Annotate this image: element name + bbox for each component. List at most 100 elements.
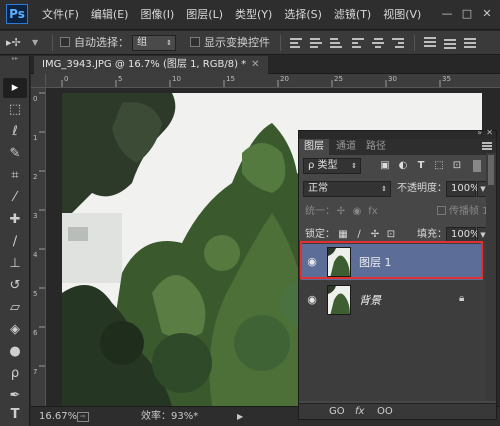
clone-stamp-tool-icon[interactable]: ⊥ [3,254,27,274]
unify-position-icon[interactable]: ✢ [335,206,347,218]
ruler-label: 35 [442,75,451,83]
close-icon[interactable]: ✕ [251,59,259,70]
marquee-tool-icon[interactable]: ⬚ [3,100,27,120]
layer-row[interactable]: ◉ 背景 🔒︎ [301,282,483,318]
panel-menu-icon[interactable] [482,142,492,152]
filter-kind-value: ρ 类型 [308,160,338,171]
blend-row: 正常 ⇕ 不透明度： 100% ▼ [299,178,496,200]
horizontal-ruler[interactable]: 0 5 10 15 20 25 30 35 [46,74,500,88]
filter-pixel-icon[interactable]: ▣ [379,160,391,172]
ruler-label: 30 [388,75,397,83]
filter-kind-dropdown[interactable]: ρ 类型 ⇕ [303,158,361,174]
opacity-input[interactable]: 100% [446,181,480,197]
divider [52,35,53,51]
vertical-ruler[interactable]: 0 1 2 3 4 5 6 7 [31,88,46,406]
menu-layer[interactable]: 图层(L) [180,0,229,30]
maximize-button[interactable]: □ [460,7,474,21]
history-brush-tool-icon[interactable]: ↺ [3,276,27,296]
healing-brush-tool-icon[interactable]: ✚ [3,210,27,230]
pen-tool-icon[interactable]: ✒ [3,386,27,406]
unify-row: 统一： ✢ ◉ fx 传播帧 1 [299,201,496,223]
close-button[interactable]: ✕ [480,7,494,21]
collapse-icon[interactable]: » [477,128,482,137]
align-top-icon[interactable] [290,37,302,49]
unify-visibility-icon[interactable]: ◉ [351,206,363,218]
unify-style-icon[interactable]: fx [367,206,379,218]
link-layers-icon[interactable]: GO [329,406,345,417]
quick-select-tool-icon[interactable]: ✎ [3,144,27,164]
checkbox-icon [60,37,70,47]
status-menu-arrow-icon[interactable]: ▶ [237,407,243,426]
layer-name[interactable]: 背景 [359,292,381,308]
lasso-tool-icon[interactable]: ℓ [3,122,27,142]
move-tool-preset-icon[interactable]: ▸✢ [6,31,21,55]
filter-adjustment-icon[interactable]: ◐ [397,160,409,172]
paint-bucket-tool-icon[interactable]: ◈ [3,320,27,340]
auto-select-dropdown[interactable]: 组 ⇕ [132,35,176,51]
lock-all-icon[interactable]: ⊡ [385,229,397,241]
blend-mode-dropdown[interactable]: 正常 ⇕ [303,181,391,197]
menu-view[interactable]: 视图(V) [377,0,427,30]
scrollbar-thumb[interactable] [488,155,494,185]
menu-image[interactable]: 图像(I) [134,0,180,30]
document-tab[interactable]: IMG_3943.JPG @ 16.7% (图层 1, RGB/8) * ✕ [34,56,268,74]
align-vcenter-icon[interactable] [310,37,322,49]
updown-icon: ⇕ [381,185,387,193]
document-tab-bar: IMG_3943.JPG @ 16.7% (图层 1, RGB/8) * ✕ [30,56,500,74]
minimize-button[interactable]: — [440,7,454,21]
lock-position-icon[interactable]: ✢ [369,229,381,241]
lock-transparent-icon[interactable]: ▦ [337,229,349,241]
align-hcenter-icon[interactable] [372,37,384,49]
align-bottom-icon[interactable] [330,37,342,49]
type-tool-icon[interactable]: T [3,405,27,425]
document-tab-label: IMG_3943.JPG @ 16.7% (图层 1, RGB/8) * [42,59,247,70]
menu-filter[interactable]: 滤镜(T) [328,0,377,30]
panel-scrollbar[interactable] [486,153,496,401]
tab-channels[interactable]: 通道 [331,139,361,155]
distribute-top-icon[interactable] [424,37,436,49]
auto-select-checkbox[interactable]: 自动选择： [60,31,129,55]
close-icon[interactable]: ✕ [486,128,493,137]
ruler-label: 15 [226,75,235,83]
ruler-label: 2 [33,173,38,181]
show-transform-checkbox[interactable]: 显示变换控件 [190,31,270,55]
tab-layers[interactable]: 图层 [299,139,329,155]
menu-file[interactable]: 文件(F) [36,0,85,30]
updown-icon: ⇕ [166,39,172,47]
ruler-label: 6 [33,329,38,337]
tab-paths[interactable]: 路径 [361,139,391,155]
panel-tabs: 图层 通道 路径 [299,139,496,155]
distribute-vcenter-icon[interactable] [444,37,456,49]
layer-thumbnail [327,285,351,315]
menu-select[interactable]: 选择(S) [278,0,328,30]
crop-tool-icon[interactable]: ⌗ [3,166,27,186]
eyedropper-tool-icon[interactable]: ⁄ [3,188,27,208]
fx-icon[interactable]: fx [355,406,364,417]
eraser-tool-icon[interactable]: ▱ [3,298,27,318]
brush-tool-icon[interactable]: ∕ [3,232,27,252]
filter-smart-object-icon[interactable]: ⊡ [451,160,463,172]
eye-icon[interactable]: ◉ [305,294,319,306]
unify-label: 统一： [305,206,335,217]
panel-grip-icon[interactable]: ▸▸ [3,56,27,62]
align-right-icon[interactable] [392,37,404,49]
export-icon[interactable]: ⇨ [77,412,89,422]
distribute-bottom-icon[interactable] [464,37,476,49]
dodge-tool-icon[interactable]: ρ [3,364,27,384]
propagate-frame[interactable]: 传播帧 1 [437,201,489,223]
mask-icon[interactable]: ОО [377,406,393,417]
filter-toggle-icon[interactable] [473,160,481,172]
menu-edit[interactable]: 编辑(E) [85,0,135,30]
filter-type-icon[interactable]: T [415,160,427,172]
lock-image-icon[interactable]: ∕ [353,229,365,241]
blur-tool-icon[interactable]: ● [3,342,27,362]
move-tool-icon[interactable]: ▸ [3,78,27,98]
ruler-origin[interactable] [31,74,46,88]
align-left-icon[interactable] [352,37,364,49]
zoom-level[interactable]: 16.67% [39,407,77,426]
menu-type[interactable]: 类型(Y) [229,0,278,30]
chevron-down-icon[interactable]: ▼ [32,31,38,55]
ruler-label: 5 [33,290,38,298]
photoshop-logo: Ps [6,4,28,24]
filter-shape-icon[interactable]: ⬚ [433,160,445,172]
